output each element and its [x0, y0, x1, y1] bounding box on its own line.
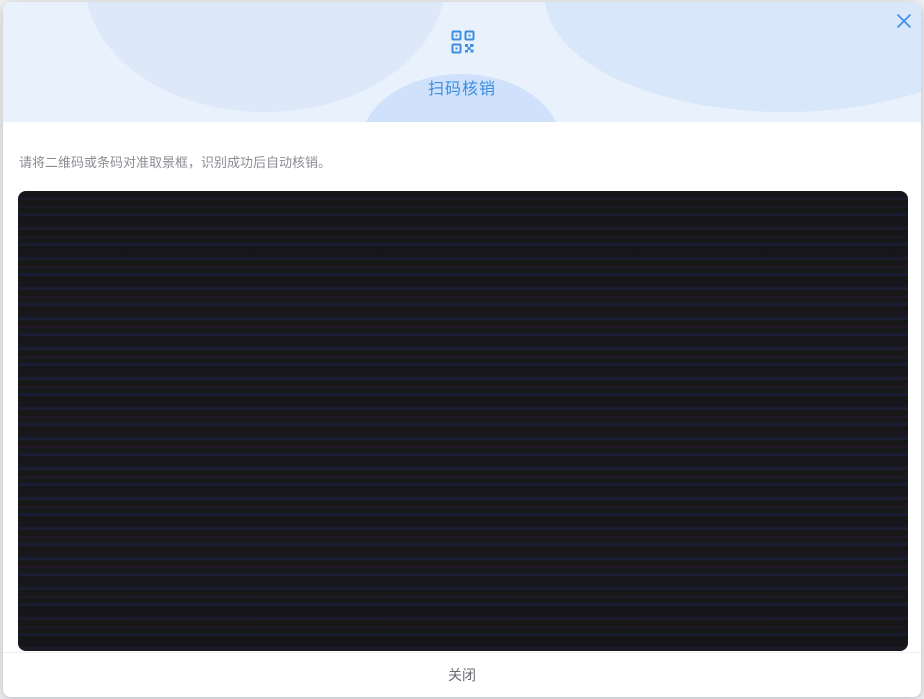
dialog-footer: 关闭 [3, 652, 921, 697]
scan-instruction: 请将二维码或条码对准取景框，识别成功后自动核销。 [19, 156, 332, 171]
close-button[interactable]: 关闭 [3, 665, 921, 685]
camera-viewfinder [18, 191, 908, 651]
scan-verify-dialog: 扫码核销 请将二维码或条码对准取景框，识别成功后自动核销。 关闭 [3, 2, 921, 697]
close-icon[interactable] [895, 12, 913, 30]
dialog-title: 扫码核销 [427, 79, 496, 98]
qr-code-icon [451, 30, 475, 54]
dialog-header: 扫码核销 [3, 2, 921, 122]
